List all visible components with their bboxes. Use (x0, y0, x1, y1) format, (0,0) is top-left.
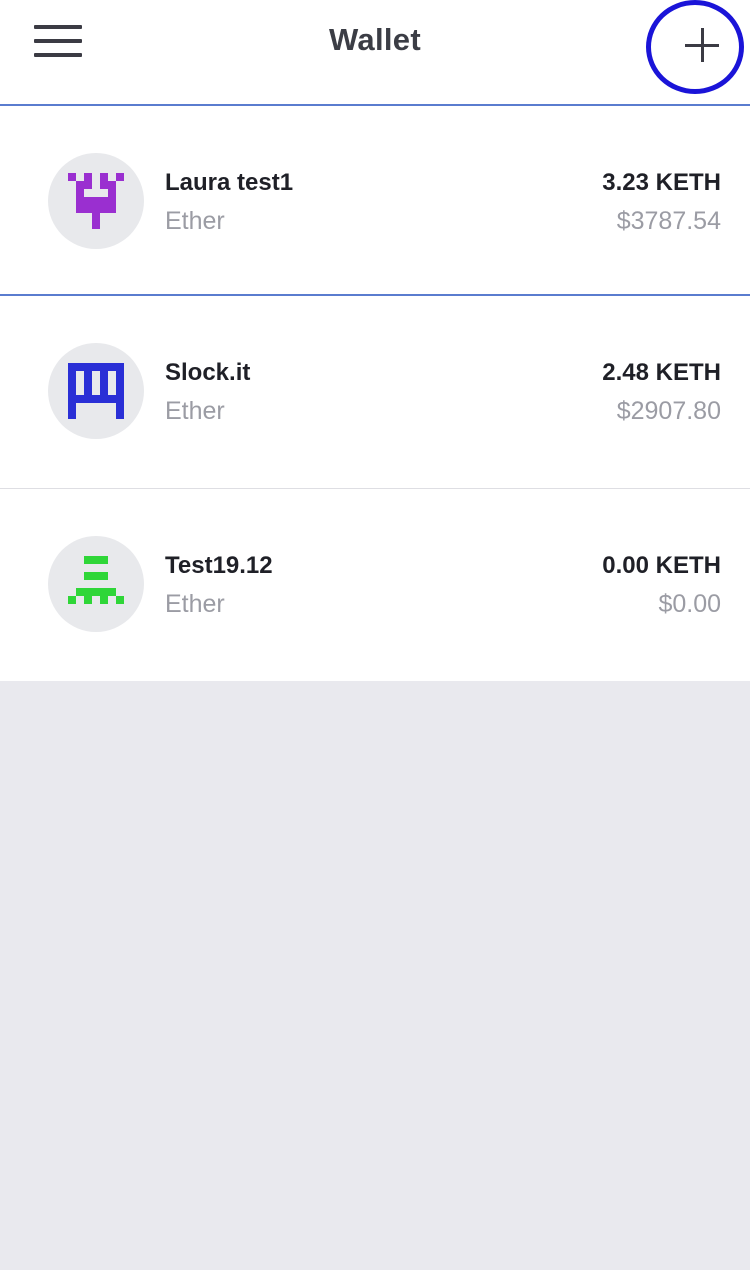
wallet-fiat-value: $2907.80 (616, 397, 721, 425)
wallet-row-test19-12[interactable]: Test19.12 Ether 0.00 KETH $0.00 (0, 489, 750, 681)
wallet-fiat-value: $0.00 (658, 590, 721, 618)
wallet-balance: 2.48 KETH (602, 359, 721, 386)
plus-icon-vertical (701, 28, 704, 62)
wallet-list: Laura test1 Ether 3.23 KETH $3787.54 Slo… (0, 106, 750, 681)
wallet-row-laura-test1[interactable]: Laura test1 Ether 3.23 KETH $3787.54 (0, 106, 750, 296)
wallet-balance: 0.00 KETH (602, 552, 721, 579)
page-title: Wallet (329, 22, 421, 57)
wallet-name: Laura test1 (165, 169, 294, 196)
wallet-fiat-value: $3787.54 (616, 207, 721, 235)
wallet-name: Slock.it (165, 359, 251, 386)
wallet-name: Test19.12 (165, 552, 273, 579)
identicon-blue (68, 363, 124, 419)
wallet-currency: Ether (165, 397, 225, 425)
wallet-row-slock-it[interactable]: Slock.it Ether 2.48 KETH $2907.80 (0, 296, 750, 489)
wallet-screen: Wallet Laura test1 Ether 3.23 KETH $3787… (0, 0, 750, 1270)
wallet-currency: Ether (165, 590, 225, 618)
identicon-purple (68, 173, 124, 229)
wallet-balance: 3.23 KETH (602, 169, 721, 196)
avatar (48, 536, 144, 632)
wallet-currency: Ether (165, 207, 225, 235)
avatar (48, 153, 144, 249)
identicon-green (68, 556, 124, 604)
add-wallet-button[interactable] (646, 0, 744, 94)
avatar (48, 343, 144, 439)
top-bar: Wallet (0, 0, 750, 106)
